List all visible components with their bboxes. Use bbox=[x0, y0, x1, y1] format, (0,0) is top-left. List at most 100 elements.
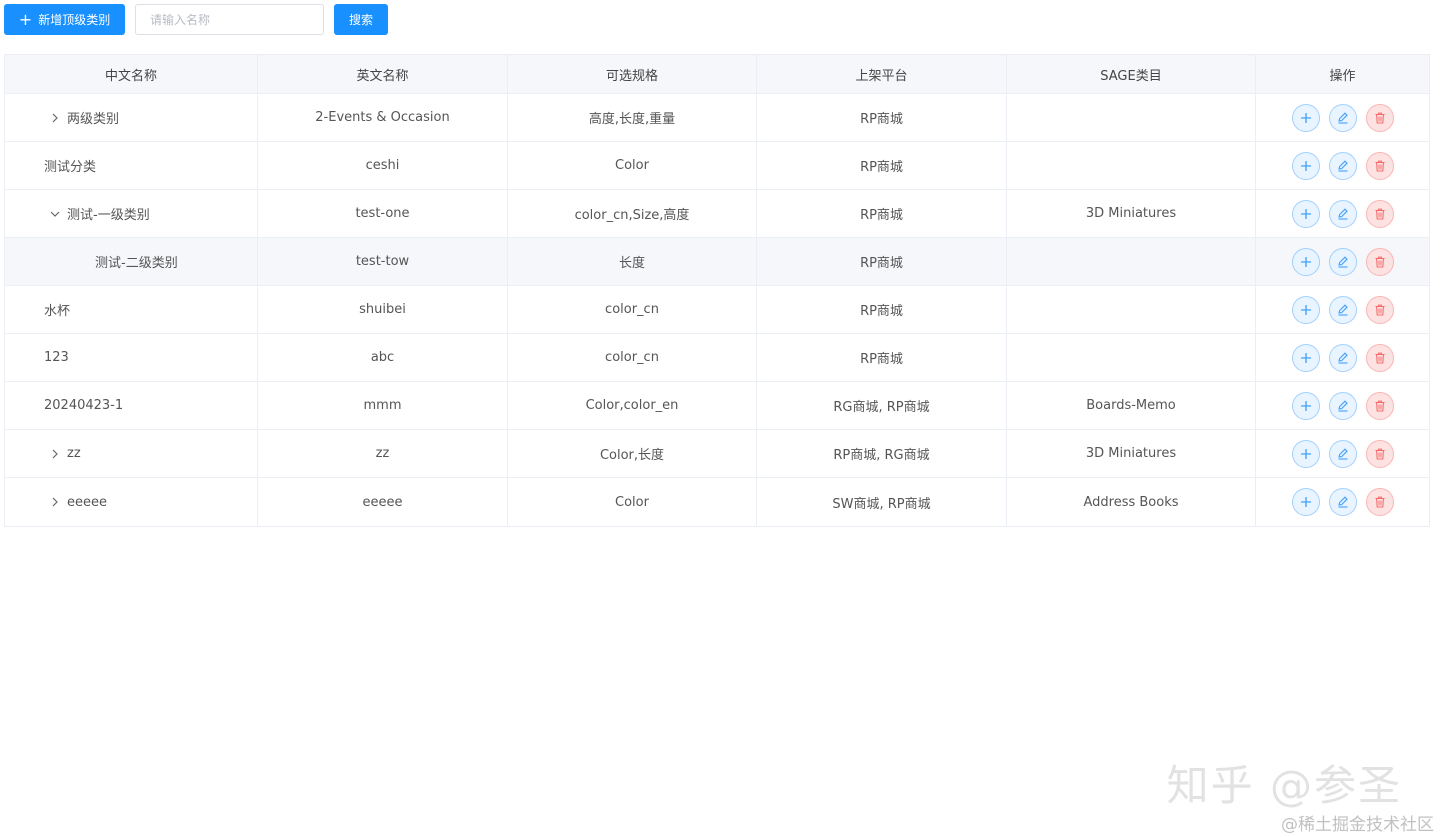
watermark-sub: @稀土掘金技术社区 bbox=[1281, 815, 1434, 835]
cell-english-name: abc bbox=[258, 334, 508, 381]
table-row: 测试分类 ceshi Color RP商城 bbox=[5, 142, 1429, 190]
watermark-main: 知乎 @参圣 bbox=[1166, 761, 1402, 810]
cell-actions bbox=[1256, 334, 1429, 381]
cell-english-name: zz bbox=[258, 430, 508, 477]
pencil-icon bbox=[1336, 447, 1350, 461]
delete-button[interactable] bbox=[1365, 103, 1394, 132]
pencil-icon bbox=[1336, 399, 1350, 413]
column-header-sage-category: SAGE类目 bbox=[1007, 55, 1256, 93]
delete-button[interactable] bbox=[1365, 391, 1394, 420]
expand-chevron-right-icon[interactable] bbox=[48, 447, 62, 461]
delete-button[interactable] bbox=[1365, 343, 1394, 372]
add-subcategory-button[interactable] bbox=[1291, 439, 1320, 468]
cell-sage-category bbox=[1007, 94, 1256, 141]
delete-button[interactable] bbox=[1365, 151, 1394, 180]
name-search-input[interactable] bbox=[135, 4, 324, 35]
cell-specs: color_cn bbox=[508, 286, 757, 333]
add-subcategory-button[interactable] bbox=[1291, 343, 1320, 372]
chinese-name-text: eeeee bbox=[67, 494, 107, 510]
cell-english-name: ceshi bbox=[258, 142, 508, 189]
pencil-icon bbox=[1336, 495, 1350, 509]
edit-button[interactable] bbox=[1328, 295, 1357, 324]
cell-platform: RP商城 bbox=[757, 142, 1007, 189]
cell-sage-category: 3D Miniatures bbox=[1007, 190, 1256, 237]
chinese-name-text: 测试分类 bbox=[44, 160, 97, 175]
trash-icon bbox=[1373, 447, 1387, 461]
edit-button[interactable] bbox=[1328, 391, 1357, 420]
add-subcategory-button[interactable] bbox=[1291, 488, 1320, 516]
add-subcategory-button[interactable] bbox=[1291, 295, 1320, 324]
chinese-name-text: zz bbox=[67, 446, 81, 461]
row-actions bbox=[1291, 439, 1394, 468]
row-actions bbox=[1291, 103, 1394, 132]
name-wrap: 两级类别 bbox=[5, 108, 119, 127]
trash-icon bbox=[1373, 399, 1387, 413]
expand-chevron-right-icon[interactable] bbox=[48, 495, 62, 509]
expand-chevron-right-icon[interactable] bbox=[48, 111, 62, 125]
edit-button[interactable] bbox=[1328, 103, 1357, 132]
table-row: 123 abc color_cn RP商城 bbox=[5, 334, 1429, 382]
plus-icon bbox=[1299, 351, 1313, 365]
table-row: eeeee eeeee Color SW商城, RP商城 Address Books bbox=[5, 478, 1429, 526]
plus-icon bbox=[1299, 399, 1313, 413]
cell-chinese-name: 测试-二级类别 bbox=[5, 238, 258, 285]
cell-specs: 长度 bbox=[508, 238, 757, 285]
add-subcategory-button[interactable] bbox=[1291, 247, 1320, 276]
cell-chinese-name: 水杯 bbox=[5, 286, 258, 333]
delete-button[interactable] bbox=[1365, 199, 1394, 228]
table-row: 测试-二级类别 test-tow 长度 RP商城 bbox=[5, 238, 1429, 286]
category-table: 中文名称 英文名称 可选规格 上架平台 SAGE类目 操作 两级类别 2-Even… bbox=[4, 54, 1430, 527]
cell-actions bbox=[1256, 478, 1429, 526]
add-subcategory-button[interactable] bbox=[1291, 199, 1320, 228]
edit-button[interactable] bbox=[1328, 343, 1357, 372]
cell-actions bbox=[1256, 94, 1429, 141]
cell-english-name: 2-Events & Occasion bbox=[258, 94, 508, 141]
search-button[interactable]: 搜索 bbox=[334, 4, 388, 35]
add-subcategory-button[interactable] bbox=[1291, 103, 1320, 132]
name-wrap: 20240423-1 bbox=[5, 398, 123, 413]
cell-chinese-name: zz bbox=[5, 430, 258, 477]
table-row: 测试-一级类别 test-one color_cn,Size,高度 RP商城 3D Mi… bbox=[5, 190, 1429, 238]
plus-icon: + bbox=[18, 9, 33, 29]
cell-platform: RP商城 bbox=[757, 238, 1007, 285]
cell-sage-category: Address Books bbox=[1007, 478, 1256, 526]
name-wrap: eeeee bbox=[5, 495, 107, 510]
table-header: 中文名称 英文名称 可选规格 上架平台 SAGE类目 操作 bbox=[5, 55, 1429, 94]
table-body: 两级类别 2-Events & Occasion 高度,长度,重量 RP商城 测试分类 c… bbox=[5, 94, 1429, 526]
table-row: zz zz Color,长度 RP商城, RG商城 3D Miniatures bbox=[5, 430, 1429, 478]
add-subcategory-button[interactable] bbox=[1291, 391, 1320, 420]
name-wrap: 测试分类 bbox=[5, 156, 96, 175]
table-row: 水杯 shuibei color_cn RP商城 bbox=[5, 286, 1429, 334]
edit-button[interactable] bbox=[1328, 151, 1357, 180]
column-header-english-name: 英文名称 bbox=[258, 55, 508, 93]
column-header-actions: 操作 bbox=[1329, 68, 1356, 84]
edit-button[interactable] bbox=[1328, 488, 1357, 516]
plus-icon bbox=[1299, 495, 1313, 509]
edit-button[interactable] bbox=[1328, 247, 1357, 276]
delete-button[interactable] bbox=[1365, 439, 1394, 468]
delete-button[interactable] bbox=[1365, 247, 1394, 276]
edit-button[interactable] bbox=[1328, 199, 1357, 228]
delete-button[interactable] bbox=[1365, 295, 1394, 324]
name-wrap: 123 bbox=[5, 350, 69, 365]
trash-icon bbox=[1373, 207, 1387, 221]
name-wrap: 测试-二级类别 bbox=[5, 252, 178, 271]
cell-sage-category bbox=[1007, 142, 1256, 189]
plus-icon bbox=[1299, 111, 1313, 125]
delete-button[interactable] bbox=[1365, 488, 1394, 516]
cell-sage-category: 3D Miniatures bbox=[1007, 430, 1256, 477]
row-actions bbox=[1291, 391, 1394, 420]
cell-english-name: eeeee bbox=[258, 478, 508, 526]
edit-button[interactable] bbox=[1328, 439, 1357, 468]
chinese-name-text: 123 bbox=[44, 350, 69, 365]
add-top-category-button[interactable]: + 新增顶级类别 bbox=[4, 4, 125, 35]
cell-actions bbox=[1256, 286, 1429, 333]
cell-sage-category bbox=[1007, 286, 1256, 333]
name-wrap: 水杯 bbox=[5, 300, 70, 319]
cell-specs: color_cn bbox=[508, 334, 757, 381]
add-subcategory-button[interactable] bbox=[1291, 151, 1320, 180]
chinese-name-text: 测试-一级类别 bbox=[67, 208, 150, 223]
collapse-chevron-down-icon[interactable] bbox=[48, 207, 62, 221]
cell-sage-category bbox=[1007, 238, 1256, 285]
cell-chinese-name: eeeee bbox=[5, 478, 258, 526]
